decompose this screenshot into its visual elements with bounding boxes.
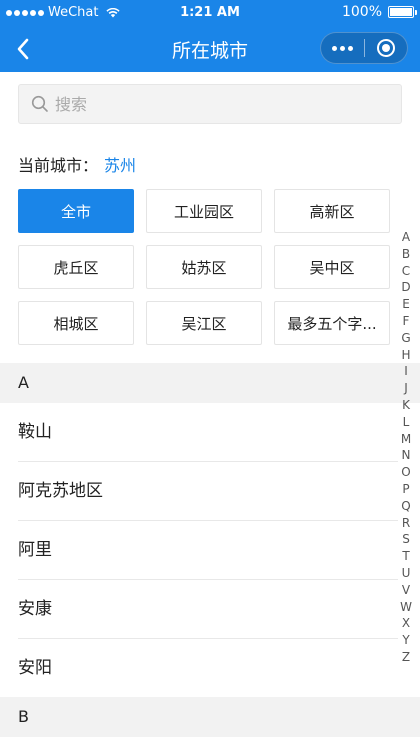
district-button-all[interactable]: 全市 (18, 189, 134, 233)
index-letter[interactable]: Y (402, 632, 409, 649)
index-letter[interactable]: M (401, 431, 411, 448)
city-list-item[interactable]: 阿克苏地区 (18, 462, 398, 521)
alphabet-index-bar[interactable]: A B C D E F G H I J K L M N O P Q R S T … (398, 229, 414, 666)
district-button[interactable]: 最多五个字... (274, 301, 390, 345)
index-letter[interactable]: X (402, 615, 410, 632)
nav-bar: 所在城市 (0, 26, 420, 72)
index-letter[interactable]: A (402, 229, 410, 246)
index-letter[interactable]: P (402, 481, 409, 498)
district-button[interactable]: 虎丘区 (18, 245, 134, 289)
current-city-name[interactable]: 苏州 (104, 156, 136, 175)
index-letter[interactable]: H (401, 347, 410, 364)
district-button[interactable]: 工业园区 (146, 189, 262, 233)
battery-icon (388, 6, 417, 18)
city-list-item[interactable]: 鞍山 (18, 403, 398, 462)
city-list-a: 鞍山 阿克苏地区 阿里 安康 安阳 (0, 403, 420, 698)
search-box[interactable] (18, 84, 402, 124)
index-letter[interactable]: O (401, 464, 410, 481)
status-right: 100% (341, 4, 417, 20)
mini-program-capsule (320, 32, 408, 64)
index-letter[interactable]: V (402, 582, 410, 599)
city-list-item[interactable]: 安康 (18, 580, 398, 639)
close-button[interactable] (365, 33, 407, 63)
index-letter[interactable]: Z (402, 649, 410, 666)
more-dots-icon (332, 45, 337, 51)
more-dot (348, 45, 353, 51)
index-letter[interactable]: D (401, 279, 410, 296)
more-dot (340, 45, 345, 51)
battery-percent: 100% (341, 4, 382, 20)
index-letter[interactable]: E (402, 296, 410, 313)
index-letter[interactable]: K (402, 397, 410, 414)
index-letter[interactable]: J (404, 380, 408, 397)
district-button[interactable]: 高新区 (274, 189, 390, 233)
more-button[interactable] (321, 33, 364, 63)
district-button[interactable]: 姑苏区 (146, 245, 262, 289)
back-button[interactable] (8, 34, 38, 64)
index-letter[interactable]: F (403, 313, 410, 330)
city-list-item[interactable]: 阿里 (18, 521, 398, 580)
search-icon (31, 95, 48, 112)
search-input[interactable] (55, 94, 375, 114)
index-letter[interactable]: C (402, 263, 410, 280)
index-letter[interactable]: G (401, 330, 410, 347)
index-letter[interactable]: T (402, 548, 409, 565)
current-city-label: 当前城市： (18, 156, 99, 175)
index-letter[interactable]: I (404, 363, 408, 380)
index-letter[interactable]: W (400, 599, 412, 616)
district-grid: 全市 工业园区 高新区 虎丘区 姑苏区 吴中区 相城区 吴江区 最多五个字... (18, 189, 390, 345)
index-letter[interactable]: S (402, 531, 410, 548)
index-letter[interactable]: L (403, 414, 410, 431)
district-button[interactable]: 吴江区 (146, 301, 262, 345)
section-header-b: B (0, 697, 420, 737)
close-ring-icon (376, 39, 395, 57)
index-letter[interactable]: B (402, 246, 410, 263)
current-city: 当前城市： 苏州 (18, 152, 136, 176)
district-button[interactable]: 相城区 (18, 301, 134, 345)
chevron-left-icon (17, 38, 29, 60)
index-letter[interactable]: Q (401, 498, 410, 515)
city-list-item[interactable]: 安阳 (18, 639, 398, 698)
header: WeChat 1:21 AM 100% 所在城市 (0, 0, 420, 72)
index-letter[interactable]: R (402, 515, 410, 532)
district-button[interactable]: 吴中区 (274, 245, 390, 289)
status-bar: WeChat 1:21 AM 100% (0, 0, 420, 26)
index-letter[interactable]: U (402, 565, 411, 582)
index-letter[interactable]: N (402, 447, 411, 464)
section-header-a: A (0, 363, 420, 403)
